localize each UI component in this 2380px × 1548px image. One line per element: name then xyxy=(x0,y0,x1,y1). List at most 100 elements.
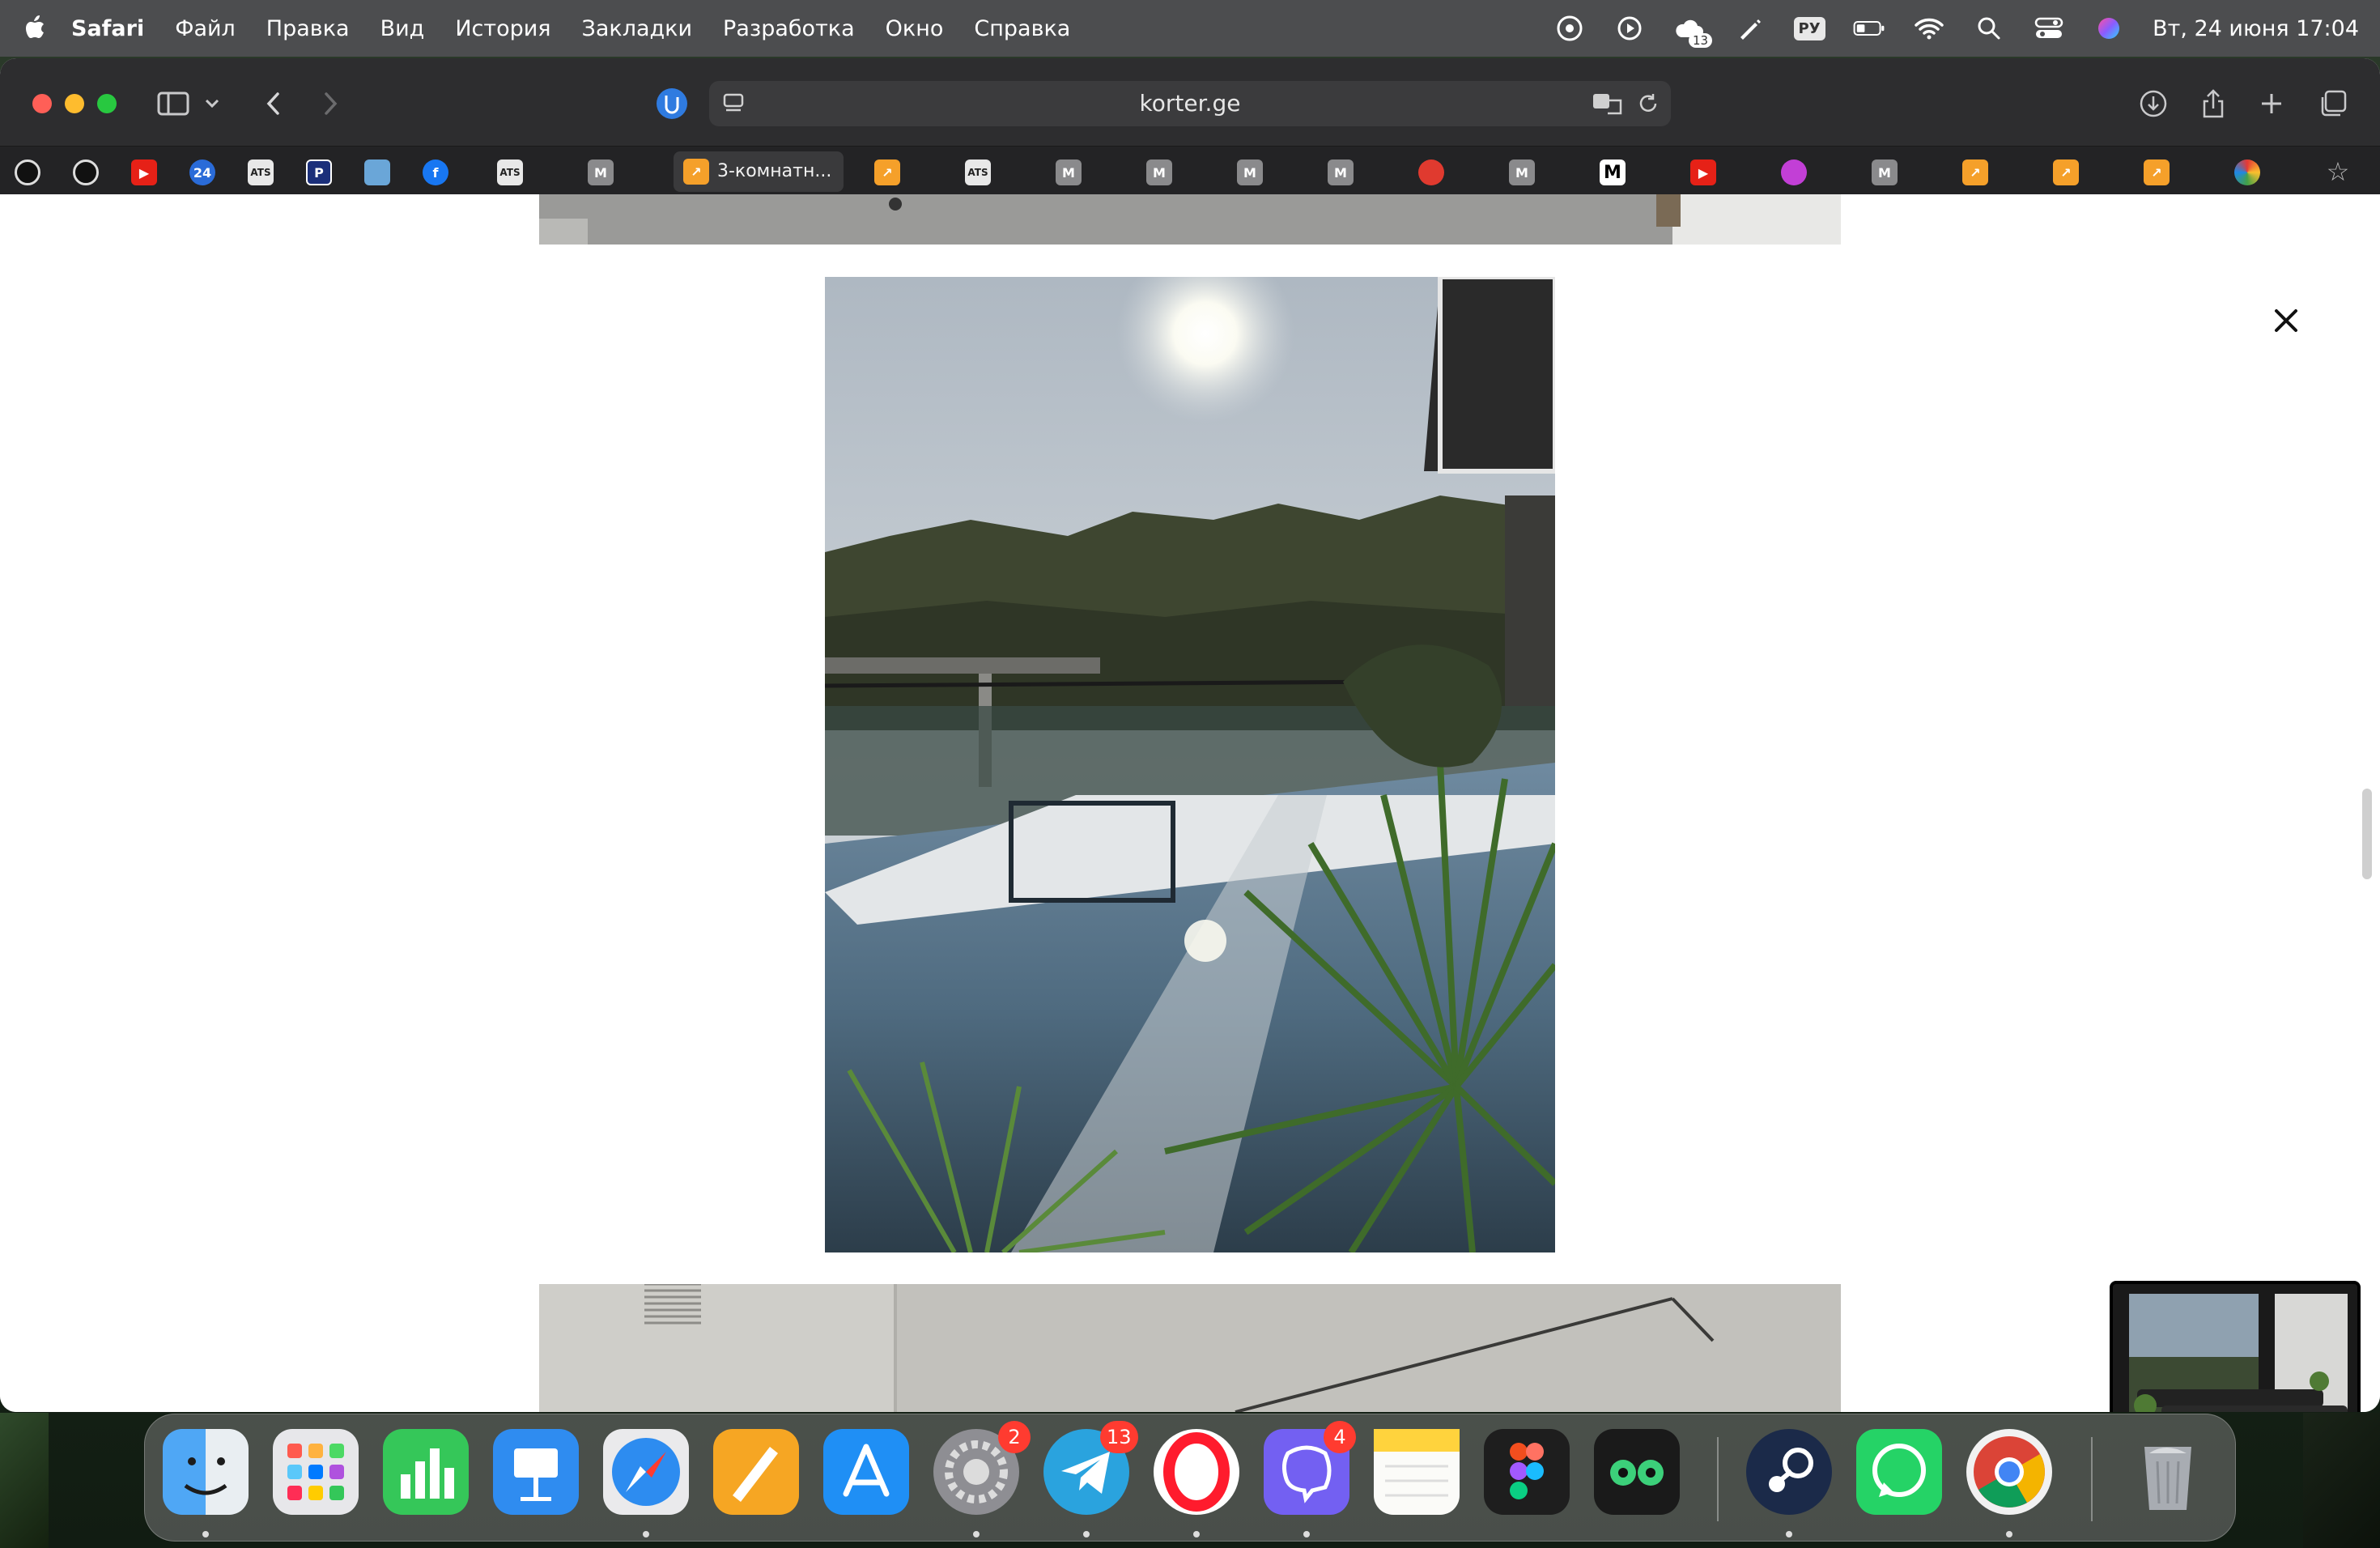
bookmark-arrow-3-icon[interactable]: ↗ xyxy=(2053,159,2079,185)
bookmark-youtube-2-icon[interactable]: ▶ xyxy=(1690,159,1716,185)
bookmark-m-6-icon[interactable]: M xyxy=(1509,159,1535,185)
viber-status-icon[interactable] xyxy=(1553,12,1586,45)
dock-pages-icon[interactable] xyxy=(713,1429,799,1515)
wallpaper-edge-right xyxy=(2303,1413,2380,1548)
forward-icon[interactable] xyxy=(311,84,350,123)
dock-opera-icon[interactable] xyxy=(1154,1429,1239,1515)
window-close-button[interactable] xyxy=(32,94,52,113)
viber-badge: 4 xyxy=(1324,1421,1356,1453)
bookmark-ats-icon[interactable]: ATS xyxy=(248,159,274,185)
bookmark-arrow-2-icon[interactable]: ↗ xyxy=(1962,159,1988,185)
dock-whatsapp-icon[interactable] xyxy=(1856,1429,1942,1515)
active-tab[interactable]: ↗ 3-комнатн... xyxy=(674,151,844,192)
dock-safari-icon[interactable] xyxy=(603,1429,689,1515)
bookmark-ats-2-icon[interactable]: ATS xyxy=(497,159,523,185)
menu-window[interactable]: Окно xyxy=(886,16,944,41)
bookmark-youtube-icon[interactable]: ▶ xyxy=(131,159,157,185)
reload-icon[interactable] xyxy=(1637,92,1660,118)
bookmark-openai-2-icon[interactable] xyxy=(73,159,99,185)
dock-app-store-icon[interactable] xyxy=(823,1429,909,1515)
previous-photo[interactable] xyxy=(539,194,1841,245)
status-area: 13 РУ Вт, 24 июня 17:04 xyxy=(1553,0,2359,57)
dock-chrome-icon[interactable] xyxy=(1966,1429,2052,1515)
cloud-icon[interactable]: 13 xyxy=(1673,12,1713,48)
dock-running-indicator xyxy=(643,1531,649,1537)
bookmark-facebook-icon[interactable]: f xyxy=(423,159,448,185)
dock-figma-icon[interactable] xyxy=(1484,1429,1570,1515)
menu-bookmarks[interactable]: Закладки xyxy=(582,16,693,41)
bookmark-arrow-icon[interactable]: ↗ xyxy=(874,159,900,185)
menu-file[interactable]: Файл xyxy=(175,16,236,41)
bookmark-m-white-icon[interactable]: M xyxy=(1600,159,1626,185)
tab-arrow-icon: ↗ xyxy=(683,159,709,185)
clock[interactable]: Вт, 24 июня 17:04 xyxy=(2153,16,2359,41)
next-photo[interactable] xyxy=(539,1282,1841,1412)
back-icon[interactable] xyxy=(254,84,293,123)
search-icon[interactable] xyxy=(1973,12,2005,45)
dock-owl-app-icon[interactable] xyxy=(1594,1429,1680,1515)
dock-numbers-icon[interactable] xyxy=(383,1429,469,1515)
apple-icon[interactable] xyxy=(19,12,52,45)
wifi-icon[interactable] xyxy=(1913,12,1945,45)
chevron-down-icon[interactable] xyxy=(198,84,227,123)
dock-running-indicator xyxy=(2006,1531,2012,1537)
dock-separator xyxy=(2091,1437,2093,1521)
siri-icon[interactable] xyxy=(2093,12,2125,45)
privacy-shield-icon[interactable] xyxy=(654,86,690,121)
menu-history[interactable]: История xyxy=(455,16,550,41)
dock-steam-icon[interactable] xyxy=(1746,1429,1832,1515)
share-icon[interactable] xyxy=(2194,84,2233,123)
close-icon[interactable] xyxy=(2270,304,2302,337)
bookmark-arrow-4-icon[interactable]: ↗ xyxy=(2144,159,2170,185)
translate-icon[interactable] xyxy=(1592,91,1624,120)
dock-trash-icon[interactable] xyxy=(2125,1429,2211,1515)
bookmark-red-icon[interactable] xyxy=(1418,159,1444,185)
photo-gallery-viewer xyxy=(0,194,2380,1412)
bookmark-m-icon[interactable]: M xyxy=(588,159,614,185)
star-icon[interactable]: ☆ xyxy=(2322,156,2354,189)
dock-running-indicator xyxy=(1193,1531,1200,1537)
window-zoom-button[interactable] xyxy=(97,94,117,113)
downloads-icon[interactable] xyxy=(2134,84,2173,123)
bookmark-color-wheel-icon[interactable] xyxy=(2234,159,2260,185)
dock-launchpad-icon[interactable] xyxy=(273,1429,359,1515)
settings-badge: 2 xyxy=(998,1421,1031,1453)
keyboard-layout-indicator[interactable]: РУ xyxy=(1793,12,1825,45)
dock-running-indicator xyxy=(1786,1531,1792,1537)
scrollbar-thumb[interactable] xyxy=(2362,789,2372,879)
bookmark-m-2-icon[interactable]: M xyxy=(1056,159,1082,185)
dock-finder-icon[interactable] xyxy=(163,1429,249,1515)
bookmark-m-4-icon[interactable]: M xyxy=(1237,159,1263,185)
notification-count-badge: 13 xyxy=(1688,33,1713,48)
menu-edit[interactable]: Правка xyxy=(266,16,350,41)
window-minimize-button[interactable] xyxy=(65,94,84,113)
control-center-icon[interactable] xyxy=(2033,12,2065,45)
dock-keynote-icon[interactable] xyxy=(493,1429,579,1515)
bookmark-24-icon[interactable]: 24 xyxy=(189,159,215,185)
bookmark-m-5-icon[interactable]: M xyxy=(1328,159,1354,185)
dock-notes-icon[interactable] xyxy=(1374,1429,1460,1515)
keyboard-layout-label: РУ xyxy=(1793,16,1825,40)
pen-icon[interactable] xyxy=(1733,12,1766,45)
thumbnail-preview[interactable] xyxy=(2110,1281,2361,1412)
menu-develop[interactable]: Разработка xyxy=(723,16,855,41)
battery-icon[interactable] xyxy=(1853,12,1885,45)
bookmark-p-icon[interactable]: P xyxy=(306,159,332,185)
sidebar-toggle-icon[interactable] xyxy=(154,84,193,123)
menu-view[interactable]: Вид xyxy=(380,16,425,41)
bookmark-ats-3-icon[interactable]: ATS xyxy=(965,159,991,185)
dock-running-indicator xyxy=(202,1531,209,1537)
dock-running-indicator xyxy=(973,1531,980,1537)
menu-help[interactable]: Справка xyxy=(974,16,1070,41)
play-icon[interactable] xyxy=(1613,12,1646,45)
menu-app-safari[interactable]: Safari xyxy=(71,16,144,41)
new-tab-icon[interactable] xyxy=(2252,84,2291,123)
main-photo-pool-view[interactable] xyxy=(825,277,1555,1252)
bookmark-purple-icon[interactable] xyxy=(1781,159,1807,185)
bookmark-m-3-icon[interactable]: M xyxy=(1146,159,1172,185)
bookmark-openai-icon[interactable] xyxy=(15,159,40,185)
address-bar[interactable]: korter.ge xyxy=(709,81,1671,126)
bookmark-map-icon[interactable] xyxy=(364,159,390,185)
tab-overview-icon[interactable] xyxy=(2314,84,2352,123)
bookmark-m-7-icon[interactable]: M xyxy=(1872,159,1898,185)
